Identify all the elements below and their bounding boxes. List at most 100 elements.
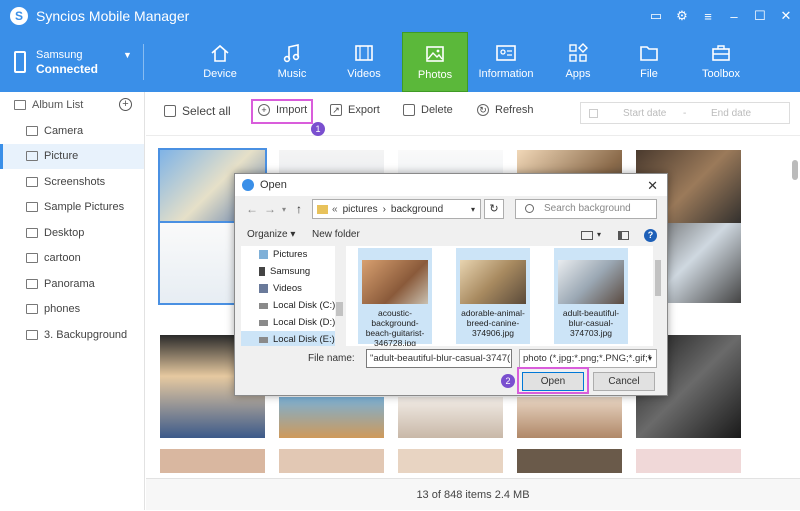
main-toolbar: Samsung Connected ▼ Device Music Videos … [0, 32, 800, 92]
open-button[interactable]: Open [522, 372, 584, 391]
chevron-down-icon: ▾ [647, 354, 652, 363]
album-item-phones[interactable]: phones [0, 297, 144, 323]
album-item-camera[interactable]: Camera [0, 118, 144, 144]
breadcrumb-background[interactable]: background [391, 204, 443, 215]
nav-toolbox[interactable]: Toolbox [688, 32, 754, 92]
photo-thumbnail[interactable] [636, 449, 741, 473]
nav-information[interactable]: Information [473, 32, 539, 92]
select-all-button[interactable]: Select all [164, 104, 231, 118]
organize-button[interactable]: Organize ▾ [247, 229, 295, 240]
import-button[interactable]: + Import [258, 104, 307, 116]
checkbox-icon [164, 105, 176, 117]
photo-thumbnail[interactable] [517, 397, 622, 438]
view-options-icon[interactable] [581, 231, 593, 240]
tree-item-pictures[interactable]: Pictures [241, 246, 344, 263]
toolbox-icon [712, 45, 730, 61]
tree-scrollbar[interactable] [335, 246, 344, 346]
dialog-title: Open [260, 179, 287, 191]
dialog-title-bar: Open ✕ [235, 174, 667, 196]
pictures-icon [259, 250, 268, 259]
gear-icon[interactable]: ⚙ [670, 8, 694, 24]
refresh-button[interactable]: ↻ [484, 199, 504, 219]
menu-icon[interactable]: ≡ [696, 9, 720, 24]
start-date-field[interactable]: Start date [623, 108, 666, 119]
nav-device[interactable]: Device [187, 32, 253, 92]
message-icon[interactable]: ▭ [644, 8, 668, 24]
album-list-header: Album List + [0, 92, 144, 118]
chevron-down-icon[interactable]: ▾ [282, 205, 286, 214]
maximize-icon[interactable]: ☐ [748, 8, 772, 24]
device-divider [143, 44, 144, 80]
chevron-down-icon[interactable]: ▾ [471, 205, 475, 214]
nav-videos[interactable]: Videos [331, 32, 397, 92]
photo-thumbnail[interactable] [160, 449, 265, 473]
album-item-picture[interactable]: Picture [0, 143, 144, 169]
up-arrow-icon[interactable]: ↑ [296, 202, 302, 216]
address-bar[interactable]: « pictures › background ▾ [312, 199, 481, 219]
file-scroll-thumb[interactable] [655, 260, 661, 296]
export-button[interactable]: ↗ Export [330, 104, 380, 116]
minimize-icon[interactable]: – [722, 9, 746, 24]
tree-item-disk-d[interactable]: Local Disk (D:) [241, 314, 344, 331]
chevron-down-icon[interactable]: ▾ [597, 230, 601, 239]
image-icon [26, 329, 38, 340]
filetype-select[interactable]: photo (*.jpg;*.png;*.PNG;*.gif;* ▾ [519, 349, 657, 368]
photo-thumbnail[interactable] [398, 449, 503, 473]
phone-icon [259, 267, 265, 276]
file-item[interactable]: adorable-animal-breed-canine-374906.jpg [456, 248, 530, 344]
album-item-desktop[interactable]: Desktop [0, 220, 144, 246]
nav-photos[interactable]: Photos [402, 32, 468, 92]
tree-scroll-thumb[interactable] [336, 302, 343, 316]
cancel-button[interactable]: Cancel [593, 372, 655, 391]
close-icon[interactable]: ✕ [647, 178, 658, 194]
film-icon [355, 45, 373, 61]
tree-item-videos[interactable]: Videos [241, 280, 344, 297]
album-item-sample-pictures[interactable]: Sample Pictures [0, 195, 144, 221]
music-icon [283, 44, 300, 63]
grid-scrollbar[interactable] [792, 160, 798, 180]
breadcrumb-pictures[interactable]: pictures [343, 204, 378, 215]
back-arrow-icon[interactable]: ← [246, 202, 258, 216]
device-selector[interactable]: Samsung Connected ▼ [0, 32, 145, 92]
step-badge-1: 1 [311, 122, 325, 136]
dialog-nav-bar: ← → ▾ ↑ « pictures › background ▾ ↻ Sear… [235, 198, 669, 222]
folder-icon [317, 204, 328, 214]
new-folder-button[interactable]: New folder [312, 229, 360, 240]
tree-item-samsung[interactable]: Samsung [241, 263, 344, 280]
end-date-field[interactable]: End date [711, 108, 751, 119]
nav-file[interactable]: File [616, 32, 682, 92]
album-item-backupground[interactable]: 3. Backupground [0, 322, 144, 348]
album-item-cartoon[interactable]: cartoon [0, 246, 144, 272]
trash-icon [403, 104, 415, 116]
device-status: Connected [36, 62, 99, 76]
filename-input[interactable]: "adult-beautiful-blur-casual-3747( [366, 349, 512, 368]
file-thumbnail [558, 260, 624, 304]
file-item[interactable]: adult-beautiful-blur-casual-374703.jpg [554, 248, 628, 344]
search-input[interactable]: Search background [515, 199, 657, 219]
nav-apps[interactable]: Apps [545, 32, 611, 92]
album-item-panorama[interactable]: Panorama [0, 271, 144, 297]
photo-thumbnail[interactable] [279, 449, 384, 473]
help-icon[interactable]: ? [644, 229, 657, 242]
refresh-button[interactable]: ↻ Refresh [477, 104, 534, 116]
photo-thumbnail[interactable] [279, 397, 384, 438]
photo-thumbnail[interactable] [517, 449, 622, 473]
date-range-filter[interactable]: Start date - End date [580, 102, 790, 124]
photo-thumbnail[interactable] [398, 397, 503, 438]
preview-pane-icon[interactable] [618, 231, 629, 240]
chevron-down-icon[interactable]: ▼ [123, 50, 132, 60]
add-album-icon[interactable]: + [119, 98, 132, 111]
file-item[interactable]: acoustic-background-beach-guitarist-3467… [358, 248, 432, 346]
nav-music[interactable]: Music [259, 32, 325, 92]
delete-button[interactable]: Delete [403, 104, 453, 116]
image-icon [26, 278, 38, 289]
app-logo-icon: S [10, 7, 28, 25]
file-list-scrollbar[interactable] [653, 246, 663, 346]
close-icon[interactable]: ✕ [774, 8, 798, 24]
tree-item-disk-c[interactable]: Local Disk (C:) [241, 297, 344, 314]
tree-item-disk-e[interactable]: Local Disk (E:) [241, 331, 344, 346]
step-badge-2: 2 [501, 374, 515, 388]
phone-icon [14, 51, 26, 73]
album-item-screenshots[interactable]: Screenshots [0, 169, 144, 195]
forward-arrow-icon[interactable]: → [264, 202, 276, 216]
